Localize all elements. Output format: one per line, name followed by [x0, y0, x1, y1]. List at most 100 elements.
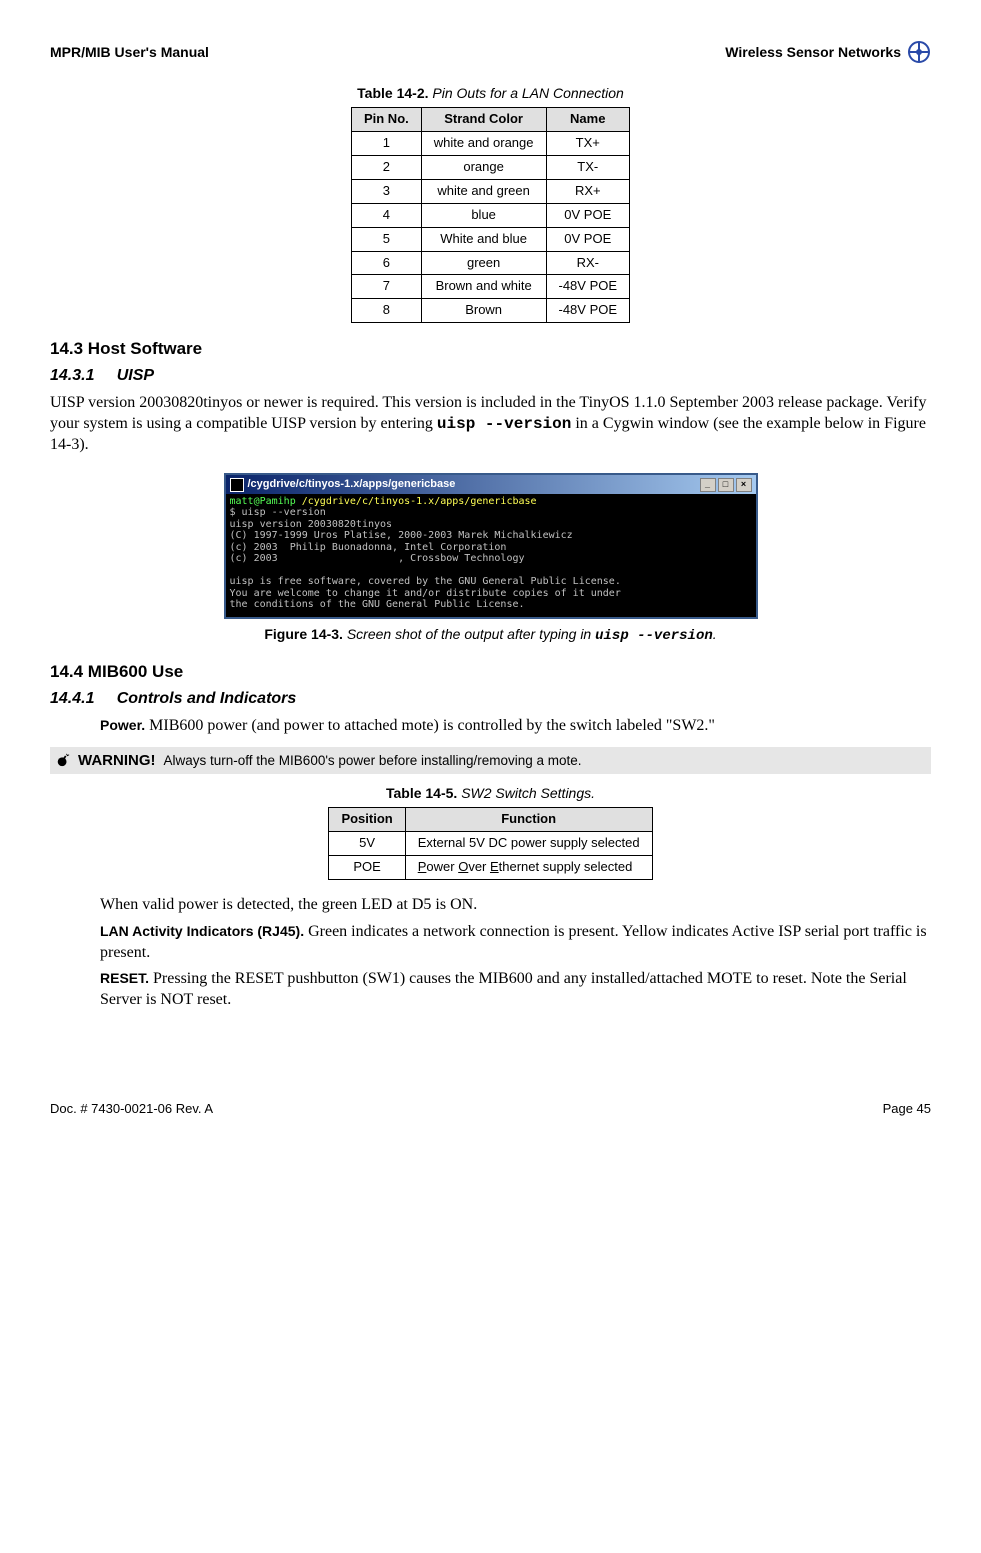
warning-label: WARNING!: [78, 751, 156, 771]
figure-14-3-caption: Figure 14-3. Screen shot of the output a…: [50, 625, 931, 645]
table-row: POE Power Over Ethernet supply selected: [329, 856, 652, 880]
minimize-icon[interactable]: _: [700, 478, 716, 492]
cell: blue: [421, 203, 546, 227]
cell: -48V POE: [546, 299, 630, 323]
figure-label: Figure 14-3.: [264, 626, 343, 642]
figure-text: .: [713, 626, 717, 642]
terminal-line: $ uisp --version: [230, 507, 326, 518]
header-right: Wireless Sensor Networks: [725, 40, 931, 64]
table-row: 4blue0V POE: [351, 203, 629, 227]
cell: 7: [351, 275, 421, 299]
table-row: 5White and blue0V POE: [351, 227, 629, 251]
bomb-icon: [56, 753, 70, 767]
cell: 0V POE: [546, 227, 630, 251]
window-controls: _ □ ×: [700, 478, 752, 492]
table-14-2-label: Table 14-2.: [357, 85, 428, 101]
terminal-line: (c) 2003 , Crossbow Technology: [230, 553, 525, 564]
crossbow-logo-icon: [907, 40, 931, 64]
close-icon[interactable]: ×: [736, 478, 752, 492]
cell: white and green: [421, 179, 546, 203]
table-row: 3white and greenRX+: [351, 179, 629, 203]
header-left: MPR/MIB User's Manual: [50, 43, 209, 61]
run-in-label: Power.: [100, 717, 145, 733]
col-header: Position: [329, 808, 405, 832]
cell: Power Over Ethernet supply selected: [405, 856, 652, 880]
cell: White and blue: [421, 227, 546, 251]
section-14-3-1-heading: 14.3.1 UISP: [50, 366, 931, 387]
header-right-text: Wireless Sensor Networks: [725, 43, 901, 61]
section-14-4-heading: 14.4 MIB600 Use: [50, 661, 931, 683]
subsection-title: Controls and Indicators: [117, 690, 297, 707]
underline: E: [490, 859, 499, 874]
table-14-5-caption: Table 14-5. SW2 Switch Settings.: [50, 784, 931, 802]
terminal-line: uisp is free software, covered by the GN…: [230, 576, 621, 587]
cell: 5: [351, 227, 421, 251]
figure-text: Screen shot of the output after typing i…: [347, 626, 595, 642]
page-footer: Doc. # 7430-0021-06 Rev. A Page 45: [50, 1101, 931, 1118]
cell: Brown and white: [421, 275, 546, 299]
terminal-title: /cygdrive/c/tinyos-1.x/apps/genericbase: [248, 477, 456, 491]
inline-code: uisp --version: [437, 415, 571, 433]
table-row: 6greenRX-: [351, 251, 629, 275]
subsection-title: UISP: [117, 367, 154, 384]
subsection-number: 14.3.1: [50, 367, 94, 384]
cell: 6: [351, 251, 421, 275]
terminal-prompt-user: matt@Pamihp: [230, 496, 302, 507]
section-14-3-heading: 14.3 Host Software: [50, 338, 931, 360]
cell: 0V POE: [546, 203, 630, 227]
footer-doc-number: Doc. # 7430-0021-06 Rev. A: [50, 1101, 213, 1118]
terminal-titlebar: /cygdrive/c/tinyos-1.x/apps/genericbase …: [226, 475, 756, 493]
cell: TX+: [546, 132, 630, 156]
cell: orange: [421, 155, 546, 179]
terminal-body: matt@Pamihp /cygdrive/c/tinyos-1.x/apps/…: [226, 494, 756, 617]
cell: 4: [351, 203, 421, 227]
cell: Brown: [421, 299, 546, 323]
cell: TX-: [546, 155, 630, 179]
cell: RX+: [546, 179, 630, 203]
inline-code: uisp --version: [595, 628, 713, 644]
reset-paragraph: RESET. Pressing the RESET pushbutton (SW…: [100, 969, 931, 1011]
warning-banner: WARNING! Always turn-off the MIB600's po…: [50, 747, 931, 775]
cell: 5V: [329, 832, 405, 856]
table-row: Position Function: [329, 808, 652, 832]
terminal-line: (c) 2003 Philip Buonadonna, Intel Corpor…: [230, 542, 507, 553]
table-row: Pin No. Strand Color Name: [351, 108, 629, 132]
table-row: 5V External 5V DC power supply selected: [329, 832, 652, 856]
col-header: Function: [405, 808, 652, 832]
cell-text: thernet supply selected: [499, 859, 633, 874]
terminal-line: You are welcome to change it and/or dist…: [230, 588, 621, 599]
cell: white and orange: [421, 132, 546, 156]
terminal-line: (C) 1997-1999 Uros Platise, 2000-2003 Ma…: [230, 530, 573, 541]
col-header: Pin No.: [351, 108, 421, 132]
cell: 3: [351, 179, 421, 203]
cell: green: [421, 251, 546, 275]
table-14-2-title: Pin Outs for a LAN Connection: [432, 85, 623, 101]
subsection-number: 14.4.1: [50, 690, 94, 707]
uisp-paragraph: UISP version 20030820tinyos or newer is …: [50, 393, 931, 455]
para-text: MIB600 power (and power to attached mote…: [145, 717, 715, 734]
cell: External 5V DC power supply selected: [405, 832, 652, 856]
table-14-2: Pin No. Strand Color Name 1white and ora…: [351, 107, 630, 323]
para-text: Pressing the RESET pushbutton (SW1) caus…: [100, 970, 907, 1008]
table-row: 1white and orangeTX+: [351, 132, 629, 156]
underline: O: [458, 859, 468, 874]
table-14-2-caption: Table 14-2. Pin Outs for a LAN Connectio…: [50, 84, 931, 102]
terminal-app-icon: [230, 478, 244, 492]
terminal-prompt-path: /cygdrive/c/tinyos-1.x/apps/genericbase: [302, 496, 537, 507]
power-paragraph: Power. MIB600 power (and power to attach…: [100, 716, 931, 737]
maximize-icon[interactable]: □: [718, 478, 734, 492]
run-in-label: LAN Activity Indicators (RJ45).: [100, 923, 304, 939]
col-header: Name: [546, 108, 630, 132]
cell-text: ower: [426, 859, 458, 874]
cell: POE: [329, 856, 405, 880]
table-14-5-title: SW2 Switch Settings.: [461, 785, 595, 801]
cell: RX-: [546, 251, 630, 275]
figure-14-3-screenshot: /cygdrive/c/tinyos-1.x/apps/genericbase …: [50, 473, 931, 618]
cell: 2: [351, 155, 421, 179]
table-row: 8Brown-48V POE: [351, 299, 629, 323]
cell: 1: [351, 132, 421, 156]
col-header: Strand Color: [421, 108, 546, 132]
footer-page-number: Page 45: [883, 1101, 931, 1118]
terminal-line: the conditions of the GNU General Public…: [230, 599, 525, 610]
lan-paragraph: LAN Activity Indicators (RJ45). Green in…: [100, 922, 931, 964]
